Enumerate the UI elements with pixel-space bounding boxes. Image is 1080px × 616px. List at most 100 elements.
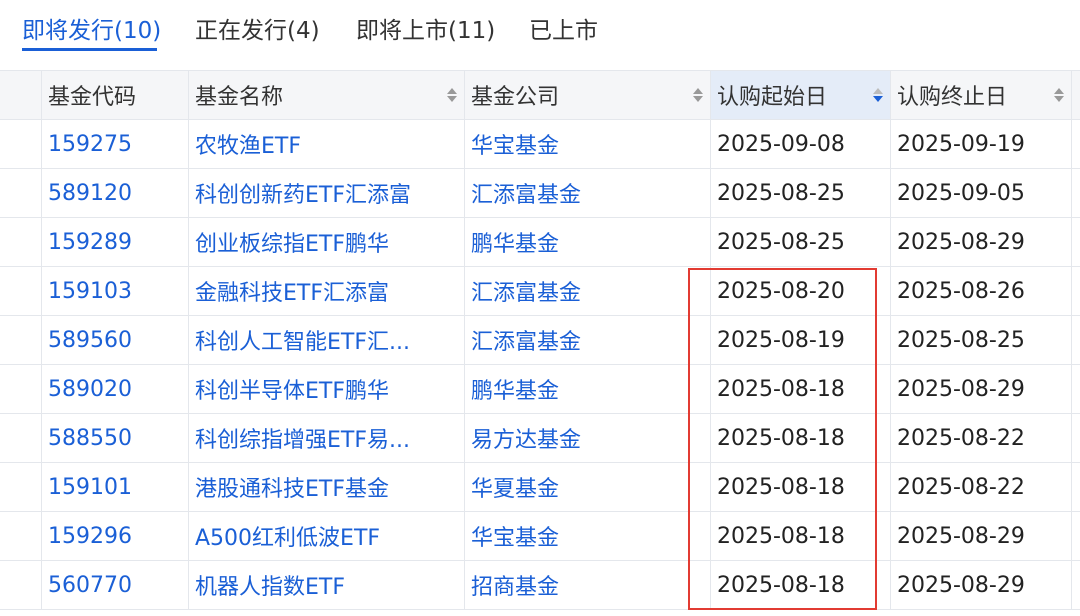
fund-name-link[interactable]: 科创半导体ETF鹏华: [189, 365, 465, 413]
fund-code-link[interactable]: 589120: [42, 169, 189, 217]
header-subscription-end-label: 认购终止日: [897, 85, 1008, 110]
sort-icon[interactable]: [692, 87, 704, 103]
fund-code-link[interactable]: 159101: [42, 463, 189, 511]
table-row[interactable]: 159275 农牧渔ETF 华宝基金 2025-09-08 2025-09-19: [0, 120, 1080, 169]
fund-company-link[interactable]: 招商基金: [465, 561, 711, 609]
fund-name-link[interactable]: 科创综指增强ETF易...: [189, 414, 465, 462]
fund-name-text: A500红利低波ETF: [195, 526, 381, 551]
header-fund-code[interactable]: 基金代码: [42, 71, 189, 119]
row-lead-cell: [0, 267, 42, 315]
active-tab-underline: [22, 48, 157, 51]
header-fund-name[interactable]: 基金名称: [189, 71, 465, 119]
fund-table: 基金代码 基金名称 基金公司 认购起始日 认购终止日 159275 农牧渔ETF…: [0, 70, 1080, 616]
fund-name-link[interactable]: 创业板综指ETF鹏华: [189, 218, 465, 266]
fund-code-link[interactable]: 159289: [42, 218, 189, 266]
header-subscription-start[interactable]: 认购起始日: [711, 71, 891, 119]
fund-name-link[interactable]: 科创人工智能ETF汇...: [189, 316, 465, 364]
subscription-start-text: 2025-08-25: [717, 180, 845, 206]
subscription-end-text: 2025-08-26: [897, 278, 1025, 304]
fund-company-link[interactable]: 鹏华基金: [465, 365, 711, 413]
fund-company-link[interactable]: 易方达基金: [465, 414, 711, 462]
fund-code-link[interactable]: 589020: [42, 365, 189, 413]
table-row[interactable]: 159101 港股通科技ETF基金 华夏基金 2025-08-18 2025-0…: [0, 463, 1080, 512]
header-fund-code-label: 基金代码: [48, 85, 137, 110]
header-fund-company[interactable]: 基金公司: [465, 71, 711, 119]
subscription-start-cell: 2025-08-20: [711, 267, 891, 315]
fund-name-link[interactable]: 金融科技ETF汇添富: [189, 267, 465, 315]
fund-issuance-page: 即将发行(10) 正在发行(4) 即将上市(11) 已上市 基金代码 基金名称 …: [0, 0, 1080, 616]
fund-name-text: 科创半导体ETF鹏华: [195, 379, 389, 404]
fund-company-link[interactable]: 华夏基金: [465, 463, 711, 511]
subscription-end-cell: 2025-08-25: [891, 316, 1072, 364]
fund-company-link[interactable]: 汇添富基金: [465, 267, 711, 315]
fund-company-link[interactable]: 汇添富基金: [465, 169, 711, 217]
subscription-end-cell: 2025-09-19: [891, 120, 1072, 168]
table-row[interactable]: 589560 科创人工智能ETF汇... 汇添富基金 2025-08-19 20…: [0, 316, 1080, 365]
row-lead-cell: [0, 365, 42, 413]
subscription-end-text: 2025-08-29: [897, 572, 1025, 598]
subscription-start-text: 2025-08-25: [717, 229, 845, 255]
fund-name-link[interactable]: A500红利低波ETF: [189, 512, 465, 560]
header-fund-name-label: 基金名称: [195, 85, 284, 110]
table-row[interactable]: 159289 创业板综指ETF鹏华 鹏华基金 2025-08-25 2025-0…: [0, 218, 1080, 267]
row-lead-cell: [0, 120, 42, 168]
sort-icon[interactable]: [1053, 87, 1065, 103]
subscription-end-cell: 2025-08-22: [891, 463, 1072, 511]
fund-code-text: 159103: [48, 278, 132, 304]
subscription-end-cell: 2025-08-26: [891, 267, 1072, 315]
subscription-start-cell: 2025-08-18: [711, 512, 891, 560]
table-row[interactable]: 560770 机器人指数ETF 招商基金 2025-08-18 2025-08-…: [0, 561, 1080, 610]
subscription-start-text: 2025-08-19: [717, 327, 845, 353]
row-lead-cell: [0, 561, 42, 609]
fund-code-link[interactable]: 560770: [42, 561, 189, 609]
subscription-end-text: 2025-09-19: [897, 131, 1025, 157]
fund-company-text: 汇添富基金: [471, 281, 582, 306]
fund-name-text: 农牧渔ETF: [195, 134, 301, 159]
tab-listed[interactable]: 已上市: [529, 16, 598, 46]
subscription-end-text: 2025-08-29: [897, 523, 1025, 549]
table-row[interactable]: 159103 金融科技ETF汇添富 汇添富基金 2025-08-20 2025-…: [0, 267, 1080, 316]
fund-name-text: 科创综指增强ETF易...: [195, 428, 410, 453]
row-overflow-cell: [1072, 414, 1080, 462]
subscription-end-text: 2025-08-22: [897, 425, 1025, 451]
subscription-end-cell: 2025-08-29: [891, 218, 1072, 266]
fund-company-link[interactable]: 汇添富基金: [465, 316, 711, 364]
fund-company-text: 招商基金: [471, 575, 560, 600]
fund-name-link[interactable]: 港股通科技ETF基金: [189, 463, 465, 511]
tab-issuing[interactable]: 正在发行(4): [195, 16, 320, 46]
fund-company-text: 华夏基金: [471, 477, 560, 502]
fund-code-text: 159296: [48, 523, 132, 549]
subscription-start-cell: 2025-08-25: [711, 218, 891, 266]
subscription-start-text: 2025-08-18: [717, 474, 845, 500]
header-subscription-end[interactable]: 认购终止日: [891, 71, 1072, 119]
row-overflow-cell: [1072, 512, 1080, 560]
sort-desc-icon[interactable]: [872, 87, 884, 103]
fund-code-link[interactable]: 589560: [42, 316, 189, 364]
subscription-start-cell: 2025-09-08: [711, 120, 891, 168]
fund-code-link[interactable]: 588550: [42, 414, 189, 462]
table-row[interactable]: 589120 科创创新药ETF汇添富 汇添富基金 2025-08-25 2025…: [0, 169, 1080, 218]
table-row[interactable]: 588550 科创综指增强ETF易... 易方达基金 2025-08-18 20…: [0, 414, 1080, 463]
subscription-end-cell: 2025-08-29: [891, 561, 1072, 609]
tab-upcoming-listing[interactable]: 即将上市(11): [356, 16, 495, 46]
fund-company-text: 易方达基金: [471, 428, 582, 453]
table-row[interactable]: 589020 科创半导体ETF鹏华 鹏华基金 2025-08-18 2025-0…: [0, 365, 1080, 414]
fund-code-text: 560770: [48, 572, 132, 598]
fund-name-link[interactable]: 机器人指数ETF: [189, 561, 465, 609]
sort-icon[interactable]: [446, 87, 458, 103]
fund-company-link[interactable]: 鹏华基金: [465, 218, 711, 266]
fund-company-link[interactable]: 华宝基金: [465, 512, 711, 560]
tab-upcoming-issue[interactable]: 即将发行(10): [22, 16, 161, 46]
table-row[interactable]: 159296 A500红利低波ETF 华宝基金 2025-08-18 2025-…: [0, 512, 1080, 561]
fund-company-text: 汇添富基金: [471, 183, 582, 208]
row-lead-cell: [0, 414, 42, 462]
fund-code-link[interactable]: 159103: [42, 267, 189, 315]
table-header-row: 基金代码 基金名称 基金公司 认购起始日 认购终止日: [0, 71, 1080, 120]
fund-name-link[interactable]: 科创创新药ETF汇添富: [189, 169, 465, 217]
fund-code-link[interactable]: 159275: [42, 120, 189, 168]
subscription-start-cell: 2025-08-19: [711, 316, 891, 364]
fund-company-link[interactable]: 华宝基金: [465, 120, 711, 168]
fund-name-link[interactable]: 农牧渔ETF: [189, 120, 465, 168]
row-overflow-cell: [1072, 120, 1080, 168]
fund-code-link[interactable]: 159296: [42, 512, 189, 560]
